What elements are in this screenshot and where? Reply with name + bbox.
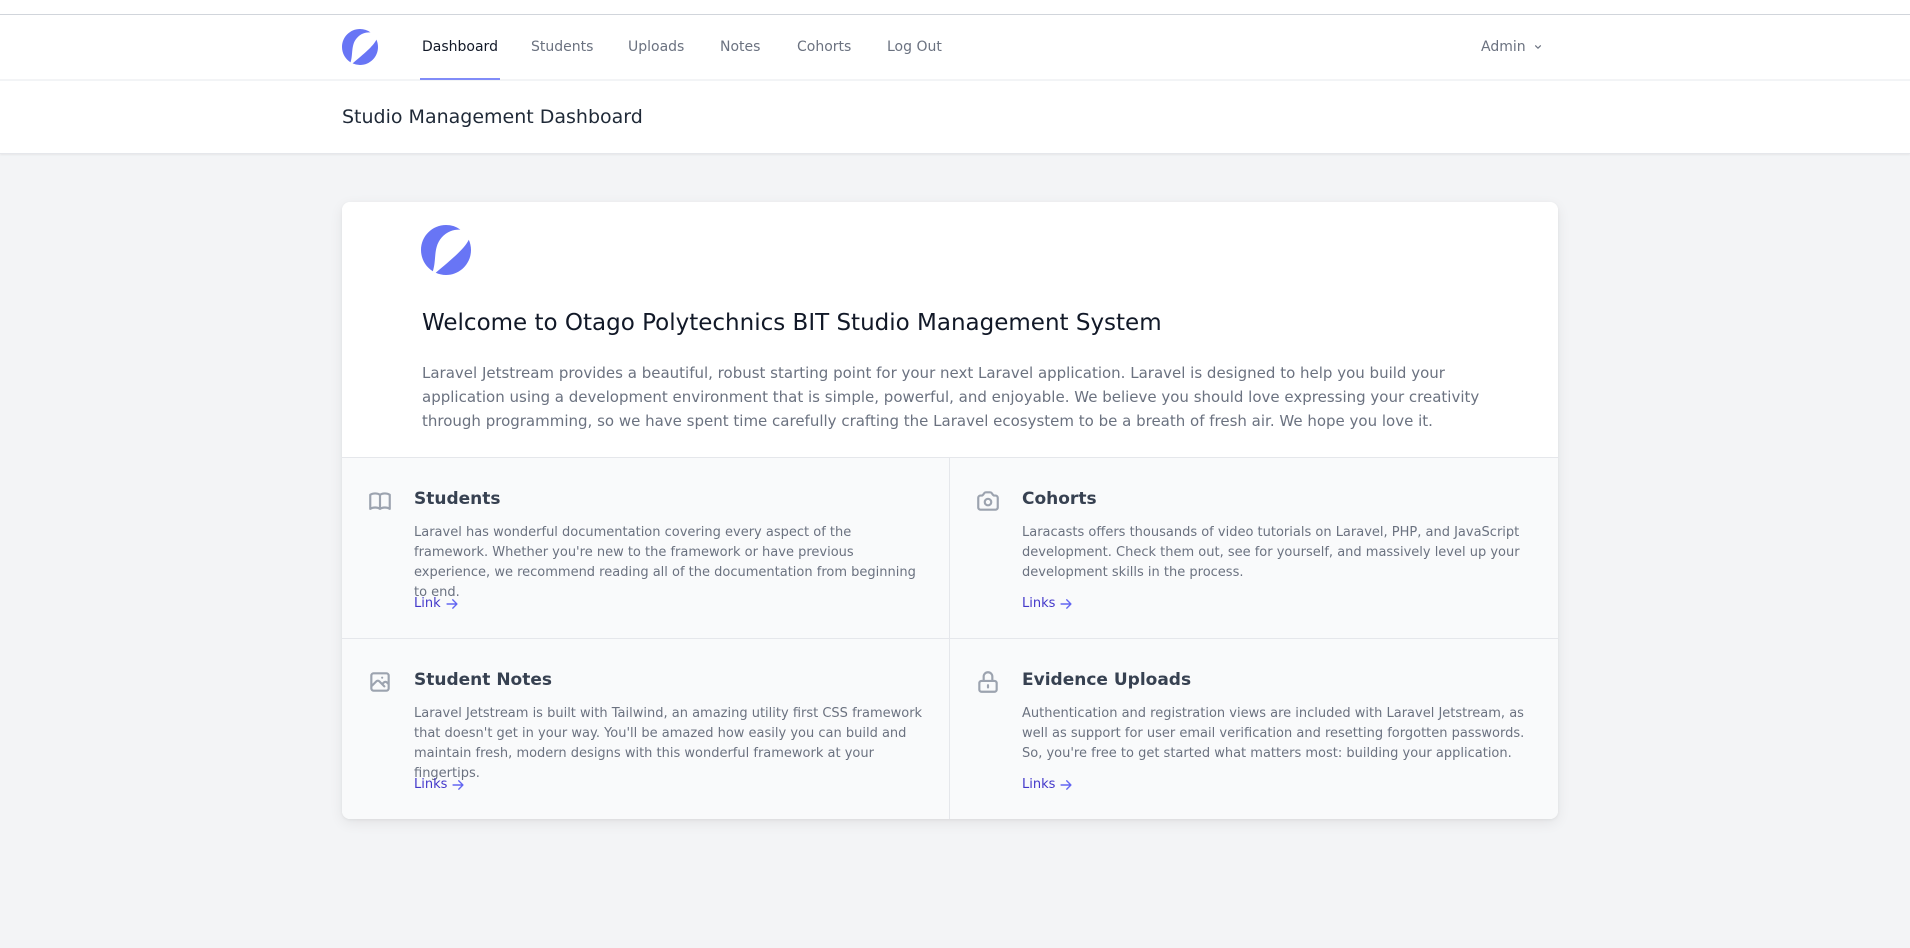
nav-students[interactable]: Students <box>531 15 593 80</box>
feature-link-label: Links <box>1022 777 1056 792</box>
welcome-text: Laravel Jetstream provides a beautiful, … <box>422 364 1480 430</box>
user-name: Admin <box>1481 39 1526 55</box>
jetstream-logo-icon <box>421 225 471 275</box>
lock-icon <box>978 671 998 693</box>
feature-link-label: Links <box>414 777 448 792</box>
feature-link-label: Link <box>414 596 441 611</box>
feature-description: Authentication and registration views ar… <box>1022 706 1525 761</box>
feature-link[interactable]: Links <box>414 777 465 792</box>
feature-title: Cohorts <box>1022 489 1097 509</box>
nav-logout[interactable]: Log Out <box>887 15 942 80</box>
nav-notes[interactable]: Notes <box>720 15 760 80</box>
welcome-section: Welcome to Otago Polytechnics BIT Studio… <box>342 202 1558 458</box>
page-header: Studio Management Dashboard <box>0 81 1910 154</box>
user-dropdown[interactable]: Admin <box>1481 15 1544 80</box>
page-title: Studio Management Dashboard <box>342 106 643 128</box>
camera-icon <box>977 491 999 511</box>
feature-evidence-uploads: Evidence Uploads Authentication and regi… <box>950 639 1558 819</box>
nav-cohorts[interactable]: Cohorts <box>797 15 851 80</box>
arrow-right-icon <box>446 598 458 609</box>
window-top-bar <box>0 0 1910 15</box>
feature-title: Student Notes <box>414 670 553 690</box>
book-icon <box>369 492 391 510</box>
feature-link[interactable]: Link <box>414 596 459 611</box>
chevron-down-icon <box>1534 45 1541 49</box>
arrow-right-icon <box>1060 779 1072 790</box>
jetstream-logo-icon[interactable] <box>342 29 378 65</box>
nav-uploads[interactable]: Uploads <box>628 15 684 80</box>
image-icon <box>370 672 390 692</box>
feature-description: Laravel Jetstream is built with Tailwind… <box>414 706 923 781</box>
arrow-right-icon <box>452 779 464 790</box>
arrow-right-icon <box>1060 598 1072 609</box>
feature-title: Students <box>414 489 501 509</box>
feature-link-label: Links <box>1022 596 1056 611</box>
feature-description: Laravel has wonderful documentation cove… <box>414 525 916 600</box>
feature-title: Evidence Uploads <box>1022 670 1192 690</box>
nav-dashboard[interactable]: Dashboard <box>420 15 500 80</box>
dashboard-card: Welcome to Otago Polytechnics BIT Studio… <box>342 202 1558 819</box>
feature-description: Laracasts offers thousands of video tuto… <box>1022 525 1520 580</box>
feature-cohorts: Cohorts Laracasts offers thousands of vi… <box>950 458 1558 639</box>
feature-link[interactable]: Links <box>1022 777 1073 792</box>
welcome-title: Welcome to Otago Polytechnics BIT Studio… <box>422 310 1162 336</box>
feature-student-notes: Student Notes Laravel Jetstream is built… <box>342 639 950 819</box>
feature-link[interactable]: Links <box>1022 596 1073 611</box>
top-navigation: Dashboard Students Uploads Notes Cohorts… <box>0 15 1910 80</box>
feature-grid: Students Laravel has wonderful documenta… <box>342 458 1558 819</box>
feature-students: Students Laravel has wonderful documenta… <box>342 458 950 639</box>
